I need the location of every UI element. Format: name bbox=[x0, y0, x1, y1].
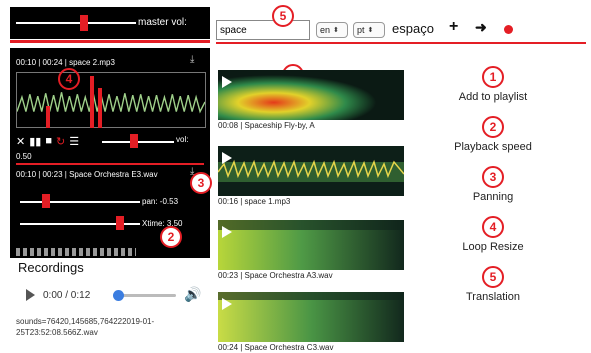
legend-text: Playback speed bbox=[454, 141, 532, 153]
callout-5: 5 bbox=[272, 5, 294, 27]
speed-slider-thumb[interactable] bbox=[116, 216, 124, 230]
player-divider bbox=[16, 163, 204, 165]
legend-text: Loop Resize bbox=[462, 241, 524, 253]
legend-text: Panning bbox=[472, 191, 514, 203]
clip-spectrogram bbox=[218, 292, 404, 342]
spectrogram-graphic bbox=[218, 292, 404, 342]
audio-progress-track[interactable] bbox=[118, 294, 176, 297]
target-language-value: pt bbox=[357, 25, 365, 35]
callout-2: 2 bbox=[160, 226, 182, 248]
recording-audio-player: 0:00 / 0:12 🔊 bbox=[18, 282, 208, 308]
legend-item-add-to-playlist: 1 Add to playlist bbox=[428, 66, 558, 103]
pause-icon[interactable]: ▮▮ bbox=[29, 135, 41, 148]
clip-caption: 00:16 | space 1.mp3 bbox=[218, 197, 291, 206]
pan-slider-thumb[interactable] bbox=[42, 194, 50, 208]
playlist-item[interactable]: 00:23 | Space Orchestra A3.wav bbox=[218, 220, 404, 280]
arrow-right-icon[interactable]: ➜ bbox=[475, 19, 487, 36]
legend-number: 4 bbox=[482, 216, 504, 238]
clip-caption: 00:24 | Space Orchestra C3.wav bbox=[218, 343, 334, 352]
player2-control-strip bbox=[16, 248, 136, 256]
spectrogram-graphic bbox=[218, 70, 404, 120]
master-volume-label: master vol: bbox=[138, 17, 187, 28]
source-language-select[interactable]: en ⬍ bbox=[316, 22, 348, 38]
clip-spectrogram bbox=[218, 70, 404, 120]
legend-text: Translation bbox=[465, 291, 520, 303]
search-input[interactable] bbox=[216, 20, 310, 40]
clip-play-icon[interactable] bbox=[222, 76, 232, 88]
source-language-value: en bbox=[320, 25, 331, 35]
player1-volume-label: vol: bbox=[176, 135, 189, 144]
master-volume-thumb[interactable] bbox=[80, 15, 88, 31]
loop-end-handle[interactable] bbox=[90, 76, 94, 128]
playlist-item[interactable]: 00:16 | space 1.mp3 bbox=[218, 146, 404, 206]
player1-controls: ✕ ▮▮ ■ ↻ ☰ bbox=[16, 134, 79, 148]
stop-icon[interactable]: ■ bbox=[45, 135, 52, 147]
sounds-filename: sounds=76420,145685,764222019-01-25T23:5… bbox=[16, 317, 155, 337]
play-icon[interactable] bbox=[26, 289, 35, 301]
clip-play-icon[interactable] bbox=[222, 226, 232, 238]
clip-play-icon[interactable] bbox=[222, 152, 232, 164]
playhead-marker[interactable] bbox=[98, 88, 102, 128]
player-panel: 00:10 | 00:24 | space 2.mp3 ⤓ ✕ ▮▮ ■ ↻ ☰… bbox=[10, 48, 210, 258]
master-volume-track[interactable] bbox=[16, 22, 136, 24]
menu-icon[interactable]: ☰ bbox=[69, 135, 79, 148]
legend-number: 5 bbox=[482, 266, 504, 288]
record-button[interactable] bbox=[504, 25, 513, 34]
legend-item-loop-resize: 4 Loop Resize bbox=[428, 216, 558, 253]
divider-top bbox=[216, 42, 586, 44]
player1-volume-track[interactable] bbox=[102, 141, 174, 143]
clip-caption: 00:23 | Space Orchestra A3.wav bbox=[218, 271, 333, 280]
player2-file-label: 00:10 | 00:23 | Space Orchestra E3.wav bbox=[16, 170, 158, 179]
player1-volume-thumb[interactable] bbox=[130, 134, 138, 148]
spectrogram-graphic bbox=[218, 220, 404, 270]
legend-number: 1 bbox=[482, 66, 504, 88]
clip-caption: 00:08 | Spaceship Fly-by, A bbox=[218, 121, 315, 130]
legend-text: Add to playlist bbox=[458, 91, 528, 103]
pan-slider-track[interactable] bbox=[20, 201, 140, 203]
player1-waveform[interactable] bbox=[16, 72, 206, 128]
legend-item-playback-speed: 2 Playback speed bbox=[428, 116, 558, 153]
divider-left bbox=[10, 40, 210, 43]
target-language-select[interactable]: pt ⬍ bbox=[353, 22, 385, 38]
speaker-icon[interactable]: 🔊 bbox=[184, 286, 201, 303]
pan-label: pan: -0.53 bbox=[142, 197, 179, 206]
translation-output: espaço bbox=[392, 21, 434, 36]
loop-icon[interactable]: ↻ bbox=[56, 135, 65, 148]
legend-item-translation: 5 Translation bbox=[428, 266, 558, 303]
legend-number: 2 bbox=[482, 116, 504, 138]
select-arrows-icon: ⬍ bbox=[367, 27, 374, 34]
close-icon[interactable]: ✕ bbox=[16, 135, 25, 148]
playlist-item[interactable]: 00:08 | Spaceship Fly-by, A bbox=[218, 70, 404, 130]
audio-time: 0:00 / 0:12 bbox=[43, 289, 91, 301]
clip-spectrogram bbox=[218, 146, 404, 196]
clip-play-icon[interactable] bbox=[222, 298, 232, 310]
player1-volume-value: 0.50 bbox=[16, 152, 32, 161]
callout-3: 3 bbox=[190, 172, 212, 194]
add-icon[interactable]: + bbox=[449, 18, 458, 36]
download-icon[interactable]: ⤓ bbox=[190, 54, 194, 65]
callout-4: 4 bbox=[58, 68, 80, 90]
recordings-title: Recordings bbox=[18, 260, 84, 275]
spectrogram-graphic bbox=[218, 146, 404, 196]
player1-file-label: 00:10 | 00:24 | space 2.mp3 bbox=[16, 58, 115, 67]
master-volume-bar: master vol: bbox=[10, 7, 210, 39]
select-arrows-icon: ⬍ bbox=[333, 27, 339, 34]
loop-start-handle[interactable] bbox=[46, 106, 50, 128]
clip-spectrogram bbox=[218, 220, 404, 270]
audio-progress-knob[interactable] bbox=[113, 290, 124, 301]
legend-item-panning: 3 Panning bbox=[428, 166, 558, 203]
legend-number: 3 bbox=[482, 166, 504, 188]
playlist-item[interactable]: 00:24 | Space Orchestra C3.wav bbox=[218, 292, 404, 352]
